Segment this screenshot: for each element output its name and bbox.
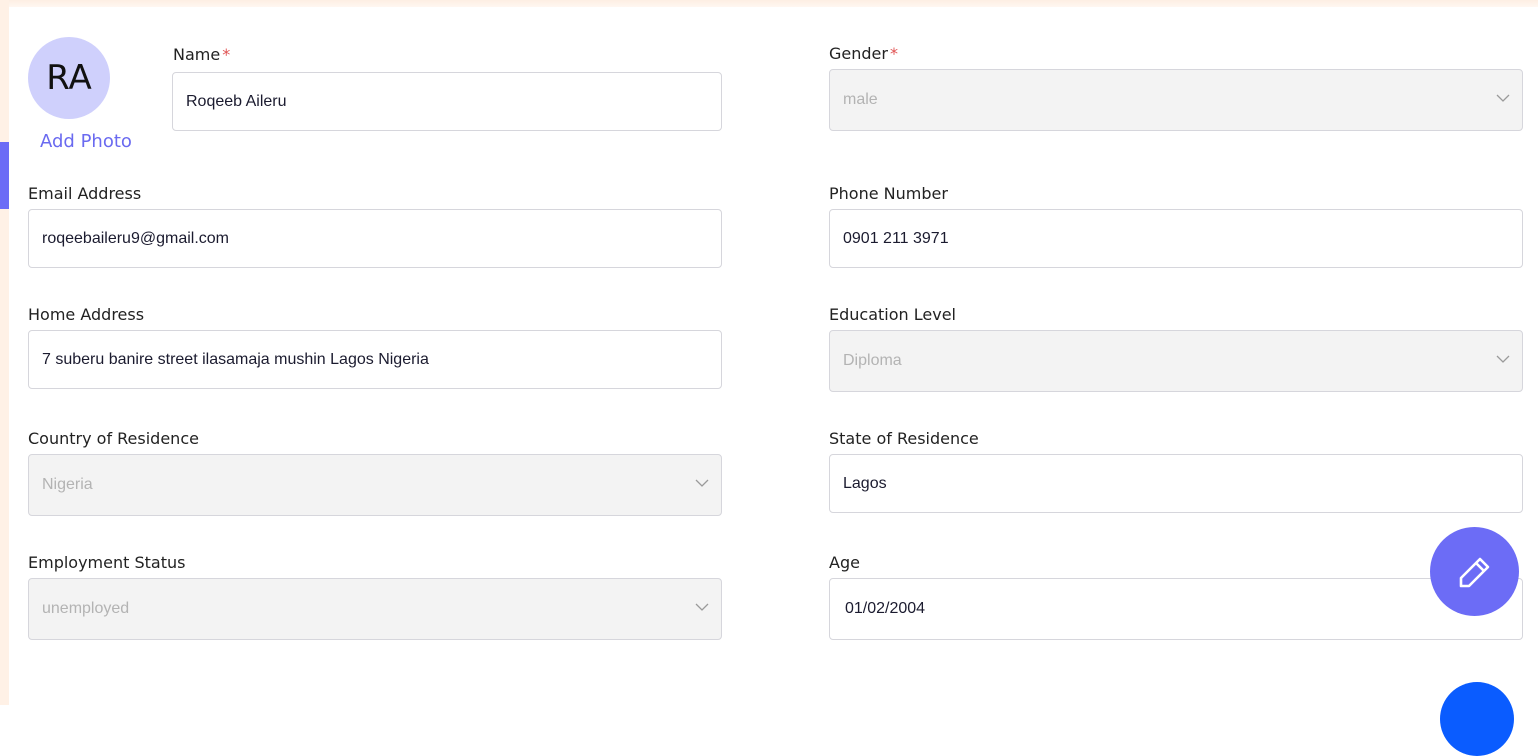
age-value: 01/02/2004 bbox=[845, 600, 926, 617]
gender-value: male bbox=[843, 91, 878, 108]
country-value: Nigeria bbox=[42, 476, 93, 493]
gender-label: Gender * bbox=[829, 44, 898, 63]
home-address-input[interactable]: 7 suberu banire street ilasamaja mushin … bbox=[28, 330, 722, 389]
avatar: RA bbox=[28, 37, 110, 119]
active-nav-indicator bbox=[0, 142, 9, 209]
chevron-down-icon bbox=[1496, 355, 1510, 363]
education-select[interactable]: Diploma bbox=[829, 330, 1523, 392]
top-border bbox=[0, 0, 1538, 7]
education-label: Education Level bbox=[829, 305, 956, 324]
chat-button[interactable] bbox=[1440, 682, 1514, 756]
country-select[interactable]: Nigeria bbox=[28, 454, 722, 516]
home-address-value: 7 suberu banire street ilasamaja mushin … bbox=[42, 350, 429, 368]
email-label: Email Address bbox=[28, 184, 142, 203]
name-value: Roqeeb Aileru bbox=[186, 92, 287, 110]
state-input[interactable]: Lagos bbox=[829, 454, 1523, 513]
name-label: Name * bbox=[173, 45, 231, 64]
left-border bbox=[0, 0, 9, 705]
phone-input[interactable]: 0901 211 3971 bbox=[829, 209, 1523, 268]
add-photo-link[interactable]: Add Photo bbox=[40, 131, 132, 152]
state-label: State of Residence bbox=[829, 429, 979, 448]
chevron-down-icon bbox=[1496, 94, 1510, 102]
email-value: roqeebaileru9@gmail.com bbox=[42, 229, 229, 247]
home-address-label: Home Address bbox=[28, 305, 145, 324]
edit-button[interactable] bbox=[1430, 527, 1519, 616]
gender-select[interactable]: male bbox=[829, 69, 1523, 131]
phone-label: Phone Number bbox=[829, 184, 948, 203]
required-asterisk: * bbox=[889, 44, 898, 63]
age-date-input[interactable]: 01/02/2004 bbox=[829, 578, 1523, 640]
pencil-icon bbox=[1459, 557, 1489, 587]
country-label: Country of Residence bbox=[28, 429, 199, 448]
phone-value: 0901 211 3971 bbox=[843, 229, 949, 247]
name-input[interactable]: Roqeeb Aileru bbox=[172, 72, 722, 131]
state-value: Lagos bbox=[843, 474, 887, 492]
chevron-down-icon bbox=[695, 479, 709, 487]
employment-select[interactable]: unemployed bbox=[28, 578, 722, 640]
education-value: Diploma bbox=[843, 352, 902, 369]
required-asterisk: * bbox=[222, 45, 231, 64]
email-input[interactable]: roqeebaileru9@gmail.com bbox=[28, 209, 722, 268]
employment-label: Employment Status bbox=[28, 553, 186, 572]
chevron-down-icon bbox=[695, 603, 709, 611]
employment-value: unemployed bbox=[42, 600, 130, 617]
age-label: Age bbox=[829, 553, 860, 572]
